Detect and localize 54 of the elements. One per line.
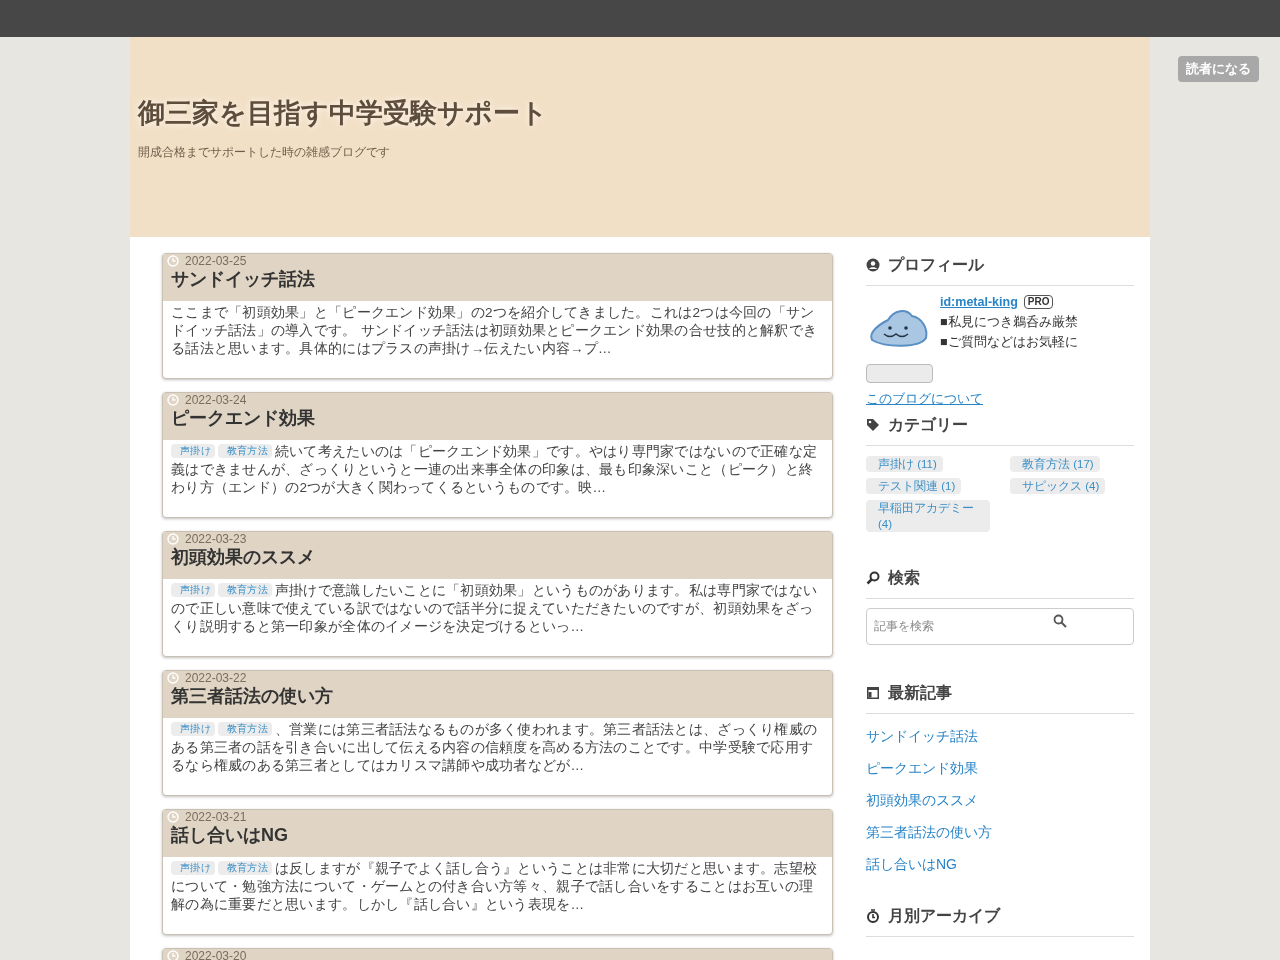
category-tag[interactable]: サピックス (4) [1010,477,1106,494]
search-field[interactable]: 記事を検索 [866,607,1134,645]
profile-text: ■ご質問などはお気軽に [940,334,1078,351]
about-link[interactable]: このブログについて [866,389,983,409]
user-icon [866,258,880,272]
article-excerpt: 声掛け 教育方法 は反しますが『親子でよく話し合う』ということは非常に大切だと思います。志望校について・勉強方法について・ゲームとの付き合い方等々、親子で話し合いをすることはお互いの理解の為に重要だと思います。しかし『話し合い』という表現を… [171,860,819,914]
article-title[interactable]: 第三者話法の使い方 [171,684,824,708]
profile-text: ■私見につき鵜呑み厳禁 [940,314,1078,331]
article-excerpt: 声掛け 教育方法 声掛けで意識したいことに「初頭効果」というものがあります。私は専門家ではないので正しい意味で使えている訳ではないので話半分に捉えていただきたいのですが、初頭効果をざっくり説明すると第一印象が全体のイメージを決定づけるといっ… [171,582,819,636]
blog-description: 開成合格までサポートした時の雑感ブログです [138,143,391,161]
recent-post-link[interactable]: 話し合いはNG [866,853,957,874]
recent-post-link[interactable]: 初頭効果のススメ [866,789,978,810]
tag-icon [866,417,880,432]
article-title[interactable]: サンドイッチ話法 [171,267,824,291]
category-tag[interactable]: 教育方法 [217,444,272,458]
recent-post-link[interactable]: 第三者話法の使い方 [866,821,992,842]
article-date: 2022-03-24 [185,393,247,406]
category-tag[interactable]: 早稲田アカデミー (4) [866,499,990,532]
recent-post-link[interactable]: サンドイッチ話法 [866,725,978,746]
stopwatch-icon [866,908,880,923]
article-date: 2022-03-21 [185,810,247,823]
category-tag[interactable]: 教育方法 [217,722,272,736]
category-tag[interactable]: 声掛け [171,722,215,736]
category-tag[interactable]: 声掛け (11) [866,455,943,472]
article-excerpt: ここまで「初頭効果」と「ピークエンド効果」の2つを紹介してきました。これは2つは今回の「サンドイッチ話法」の導入です。 サンドイッチ話法は初頭効果とピークエンド効果の合せ技的と解釈できる話法と思います。具体的にはプラスの声掛け→伝えたい内容→プ… [171,304,819,358]
blog-title[interactable]: 御三家を目指す中学受験サポート [138,97,1150,131]
search-icon[interactable] [1053,613,1067,628]
search-icon [866,570,880,585]
section-heading: 月別アーカイブ [888,905,1000,926]
section-heading: 検索 [888,567,920,588]
category-tag[interactable]: 声掛け [171,861,215,875]
category-tag[interactable]: 声掛け [171,444,215,458]
subscribe-button[interactable]: 読者になる [1178,56,1259,82]
article-date: 2022-03-20 [185,949,247,960]
section-heading: 最新記事 [888,682,952,703]
category-tag[interactable]: 教育方法 (17) [1010,455,1100,472]
article-excerpt: 声掛け 教育方法 続いて考えたいのは「ピークエンド効果」です。やはり専門家ではないので正確な定義はできませんが、ざっくりというと一連の出来事全体の印象は、最も印象深いこと（ピーク）と終わり方（エンド）の2つが大きく関わってくるというものです。映… [171,443,819,497]
category-tag[interactable]: 教育方法 [217,861,272,875]
article-date: 2022-03-22 [185,671,247,684]
article-title[interactable]: 話し合いはNG [171,823,824,847]
article-date: 2022-03-23 [185,532,247,545]
article-date: 2022-03-25 [185,254,247,267]
article-title[interactable]: 初頭効果のススメ [171,545,824,569]
category-tag[interactable]: 教育方法 [217,583,272,597]
pro-label: PRO [1023,295,1054,309]
section-heading: カテゴリー [888,414,968,435]
article-title[interactable]: ピークエンド効果 [171,406,824,430]
article-excerpt: 声掛け 教育方法 、営業には第三者話法なるものが多く使われます。第三者話法とは、ざっくり権威のある第三者の話を引き合いに出して伝える内容の信頼度を高める方法のことです。中学受験で応用するなら権威のある第三者としてはカリスマ講師や成功者などが… [171,721,819,775]
recent-post-link[interactable]: ピークエンド効果 [866,757,978,778]
category-tag[interactable]: 声掛け [171,583,215,597]
profile-link[interactable]: id:metal-king [940,292,1018,312]
layout-icon [866,685,880,700]
section-heading: プロフィール [888,255,984,275]
category-tag[interactable]: テスト関連 (1) [866,477,962,494]
